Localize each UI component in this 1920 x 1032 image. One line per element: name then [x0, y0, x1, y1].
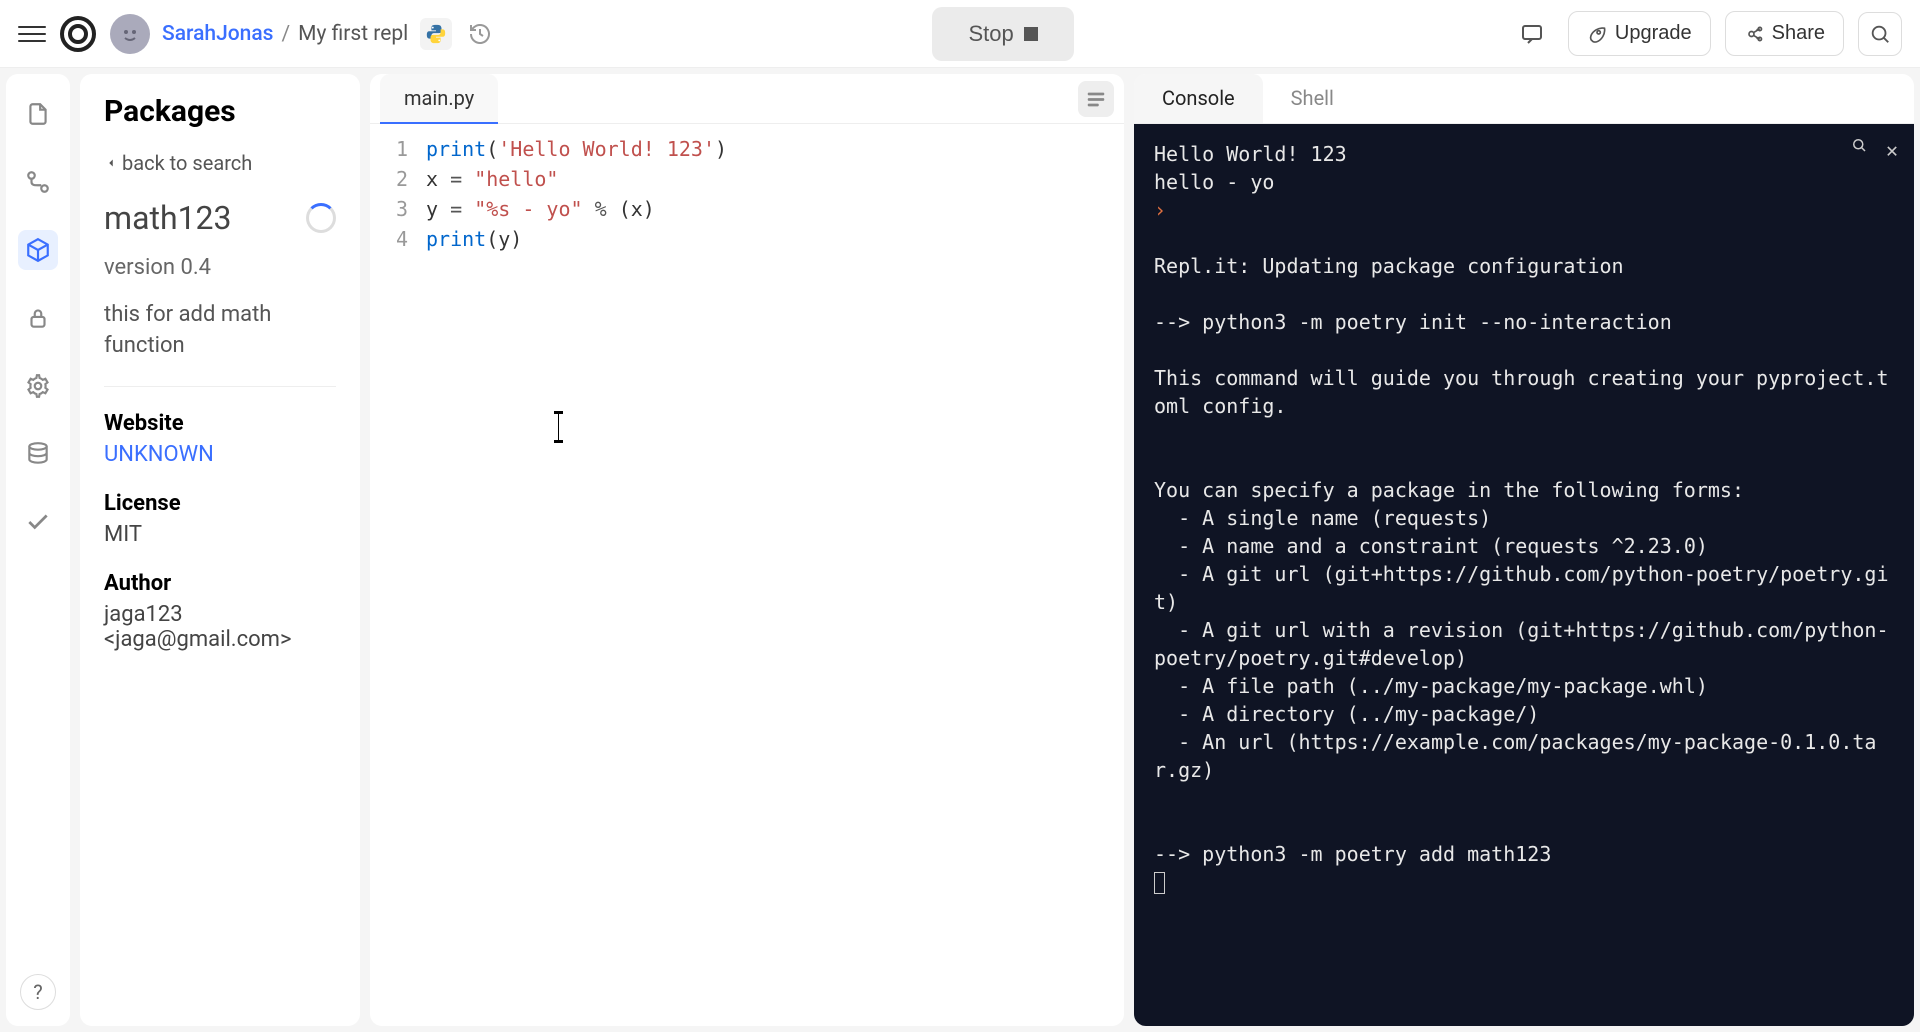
chevron-left-icon [104, 156, 118, 170]
text-cursor [558, 414, 559, 440]
tab-shell[interactable]: Shell [1263, 74, 1362, 123]
code-content[interactable]: print('Hello World! 123') x = "hello" y … [426, 134, 1124, 1016]
console-tabs: Console Shell [1134, 74, 1914, 124]
main-area: ? Packages back to search math123 versio… [0, 68, 1920, 1032]
package-name-row: math123 [104, 199, 336, 237]
console-tools: ✕ [1850, 136, 1898, 164]
upgrade-label: Upgrade [1615, 22, 1692, 45]
stop-button-label: Stop [968, 21, 1013, 47]
search-button[interactable] [1858, 12, 1902, 56]
loading-spinner [306, 203, 336, 233]
breadcrumb-repl-name[interactable]: My first repl [298, 22, 408, 46]
packages-panel: Packages back to search math123 version … [80, 74, 360, 1026]
editor-tab-main[interactable]: main.py [380, 74, 498, 124]
package-version: version 0.4 [104, 255, 336, 280]
console-panel: Console Shell ✕Hello World! 123 hello - … [1134, 74, 1914, 1026]
help-button[interactable]: ? [20, 974, 56, 1010]
search-icon [1869, 23, 1891, 45]
rail-files[interactable] [18, 94, 58, 134]
rail-settings[interactable] [18, 366, 58, 406]
rail-packages[interactable] [18, 230, 58, 270]
tab-console[interactable]: Console [1134, 74, 1263, 123]
package-name: math123 [104, 199, 232, 237]
rail-database[interactable] [18, 434, 58, 474]
license-label: License [104, 491, 336, 516]
rail-secrets[interactable] [18, 298, 58, 338]
console-output[interactable]: ✕Hello World! 123 hello - yo › Repl.it: … [1134, 124, 1914, 1026]
avatar[interactable] [110, 14, 150, 54]
console-close-icon[interactable]: ✕ [1886, 136, 1898, 164]
code-area[interactable]: 1234 print('Hello World! 123') x = "hell… [370, 124, 1124, 1026]
breadcrumb-user[interactable]: SarahJonas [162, 22, 273, 46]
console-search-icon[interactable] [1850, 136, 1868, 164]
rail-tests[interactable] [18, 502, 58, 542]
author-section: Author jaga123 <jaga@gmail.com> [104, 571, 336, 652]
menu-icon[interactable] [18, 20, 46, 48]
left-rail: ? [6, 74, 70, 1026]
breadcrumb: SarahJonas / My first repl [162, 22, 408, 46]
markdown-toggle[interactable] [1078, 81, 1114, 117]
license-value: MIT [104, 522, 336, 547]
license-section: License MIT [104, 491, 336, 547]
chat-icon[interactable] [1510, 12, 1554, 56]
back-to-search[interactable]: back to search [104, 151, 252, 175]
breadcrumb-separator: / [281, 22, 290, 46]
packages-title: Packages [104, 94, 336, 129]
header-right: Upgrade Share [1510, 11, 1902, 56]
share-label: Share [1772, 22, 1825, 45]
author-value: jaga123 <jaga@gmail.com> [104, 602, 336, 652]
divider [104, 386, 336, 387]
gutter: 1234 [370, 134, 426, 1016]
website-value[interactable]: UNKNOWN [104, 442, 336, 467]
rail-bottom: ? [20, 974, 56, 1010]
top-header: SarahJonas / My first repl Stop Upgrade … [0, 0, 1920, 68]
stop-icon [1024, 27, 1038, 41]
website-section: Website UNKNOWN [104, 411, 336, 467]
website-label: Website [104, 411, 336, 436]
history-icon[interactable] [464, 18, 496, 50]
share-icon [1744, 24, 1764, 44]
header-center: Stop [508, 7, 1498, 61]
upgrade-button[interactable]: Upgrade [1568, 11, 1711, 56]
editor-panel: main.py 1234 print('Hello World! 123') x… [370, 74, 1124, 1026]
language-badge[interactable] [420, 18, 452, 50]
replit-logo[interactable] [58, 14, 98, 54]
package-description: this for add math function [104, 300, 336, 362]
share-button[interactable]: Share [1725, 11, 1844, 56]
back-to-search-label: back to search [122, 151, 252, 175]
stop-button[interactable]: Stop [932, 7, 1073, 61]
author-label: Author [104, 571, 336, 596]
rocket-icon [1587, 24, 1607, 44]
console-cursor [1154, 872, 1165, 894]
editor-tabs: main.py [370, 74, 1124, 124]
rail-version-control[interactable] [18, 162, 58, 202]
